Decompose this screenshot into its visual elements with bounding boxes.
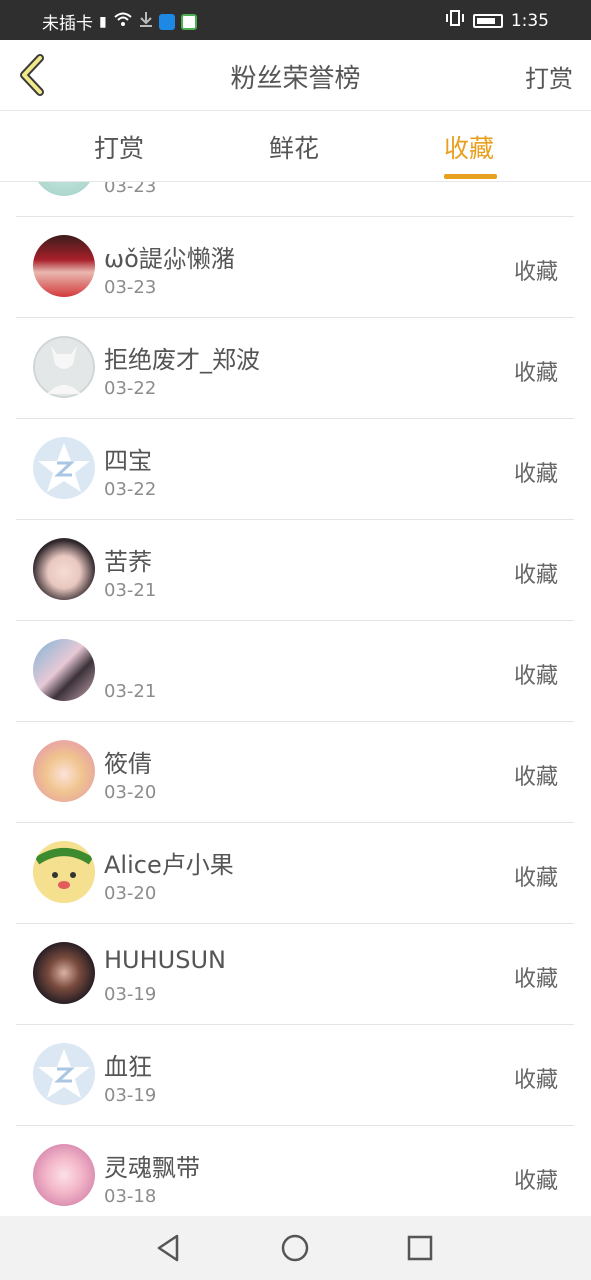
triangle-back-icon <box>157 1234 179 1262</box>
list-item[interactable]: 灵魂飘带 03-18 收藏 <box>16 1126 574 1215</box>
list-item[interactable]: Alice卢小果 03-20 收藏 <box>16 823 574 924</box>
reward-button[interactable]: 打赏 <box>525 59 573 94</box>
nav-recents-button[interactable] <box>402 1230 438 1266</box>
action-label: 收藏 <box>513 765 558 790</box>
tab-bar: 打赏 鲜花 收藏 <box>0 111 591 182</box>
fan-list-content: 03-23 ωǒ諟尛懒潴 03-23 收藏 拒绝废才_郑波 03-22 收藏 四… <box>16 182 574 1215</box>
header: 粉丝荣誉榜 打赏 <box>0 40 591 111</box>
user-name: 苦荞 <box>104 548 152 576</box>
tab-flowers[interactable]: 鲜花 <box>269 129 319 165</box>
list-item[interactable]: 03-21 收藏 <box>16 621 574 722</box>
date-text: 03-22 <box>104 479 157 500</box>
date-text: 03-21 <box>104 681 157 702</box>
avatar <box>33 235 95 297</box>
avatar <box>33 841 95 903</box>
date-text: 03-21 <box>104 580 157 601</box>
avatar <box>33 639 95 701</box>
action-label: 收藏 <box>513 866 558 891</box>
user-name: 拒绝废才_郑波 <box>104 346 260 374</box>
date-text: 03-19 <box>104 1085 157 1106</box>
avatar <box>33 182 95 196</box>
action-label: 收藏 <box>513 1169 558 1194</box>
carrier-text: 未插卡 <box>42 14 93 34</box>
user-name: ωǒ諟尛懒潴 <box>104 245 235 273</box>
action-label: 收藏 <box>513 1068 558 1093</box>
avatar <box>33 1043 95 1105</box>
battery-icon <box>472 13 503 28</box>
nav-back-button[interactable] <box>151 1230 187 1266</box>
tab-collect[interactable]: 收藏 <box>444 129 494 165</box>
action-label: 收藏 <box>513 967 558 992</box>
user-name: 四宝 <box>104 447 152 475</box>
default-user-icon <box>33 336 95 398</box>
avatar <box>33 740 95 802</box>
action-label: 收藏 <box>513 563 558 588</box>
date-text: 03-22 <box>104 378 157 399</box>
action-label: 收藏 <box>513 462 558 487</box>
active-tab-indicator <box>444 174 497 179</box>
list-item[interactable]: 苦荞 03-21 收藏 <box>16 520 574 621</box>
list-item[interactable]: ωǒ諟尛懒潴 03-23 收藏 <box>16 217 574 318</box>
list-item[interactable]: HUHUSUN 03-19 收藏 <box>16 924 574 1025</box>
sim-alert-icon: ▮ <box>99 13 107 30</box>
square-recents-icon <box>407 1235 433 1261</box>
date-text: 03-20 <box>104 883 157 904</box>
list-item[interactable]: 筱倩 03-20 收藏 <box>16 722 574 823</box>
avatar <box>33 538 95 600</box>
action-label: 收藏 <box>513 361 558 386</box>
download-icon <box>139 11 153 32</box>
user-name: HUHUSUN <box>104 946 226 974</box>
date-text: 03-23 <box>104 277 157 298</box>
list-item[interactable]: 拒绝废才_郑波 03-22 收藏 <box>16 318 574 419</box>
user-name: Alice卢小果 <box>104 851 234 879</box>
vibrate-icon <box>445 9 465 32</box>
list-item[interactable]: 03-23 <box>16 182 574 217</box>
system-nav-bar <box>0 1216 591 1280</box>
date-text: 03-19 <box>104 984 157 1005</box>
avatar <box>33 437 95 499</box>
nav-home-button[interactable] <box>277 1230 313 1266</box>
list-item[interactable]: 血狂 03-19 收藏 <box>16 1025 574 1126</box>
list-item[interactable]: 四宝 03-22 收藏 <box>16 419 574 520</box>
circle-home-icon <box>281 1234 309 1262</box>
clock: 1:35 <box>510 10 549 31</box>
status-left: 未插卡 ▮ <box>42 9 197 34</box>
avatar <box>33 942 95 1004</box>
browser-notification-icon <box>180 13 197 30</box>
star-icon <box>38 443 90 492</box>
star-icon <box>38 1049 90 1098</box>
status-right: 1:35 <box>445 9 549 32</box>
avatar <box>33 1144 95 1206</box>
avatar <box>33 336 95 398</box>
app-notification-icon <box>158 13 175 30</box>
cartoon-avatar-icon <box>33 841 95 903</box>
action-label: 收藏 <box>513 664 558 689</box>
user-name: 灵魂飘带 <box>104 1154 200 1182</box>
date-text: 03-23 <box>104 182 157 197</box>
date-text: 03-18 <box>104 1186 157 1207</box>
tab-reward[interactable]: 打赏 <box>94 129 144 165</box>
action-label: 收藏 <box>513 260 558 285</box>
fan-list[interactable]: 03-23 ωǒ諟尛懒潴 03-23 收藏 拒绝废才_郑波 03-22 收藏 四… <box>0 182 591 1215</box>
wifi-icon <box>113 11 133 32</box>
user-name: 血狂 <box>104 1053 152 1081</box>
user-name: 筱倩 <box>104 750 152 778</box>
date-text: 03-20 <box>104 782 157 803</box>
status-bar: 未插卡 ▮ 1:35 <box>0 0 591 40</box>
page-title: 粉丝荣誉榜 <box>230 64 361 94</box>
